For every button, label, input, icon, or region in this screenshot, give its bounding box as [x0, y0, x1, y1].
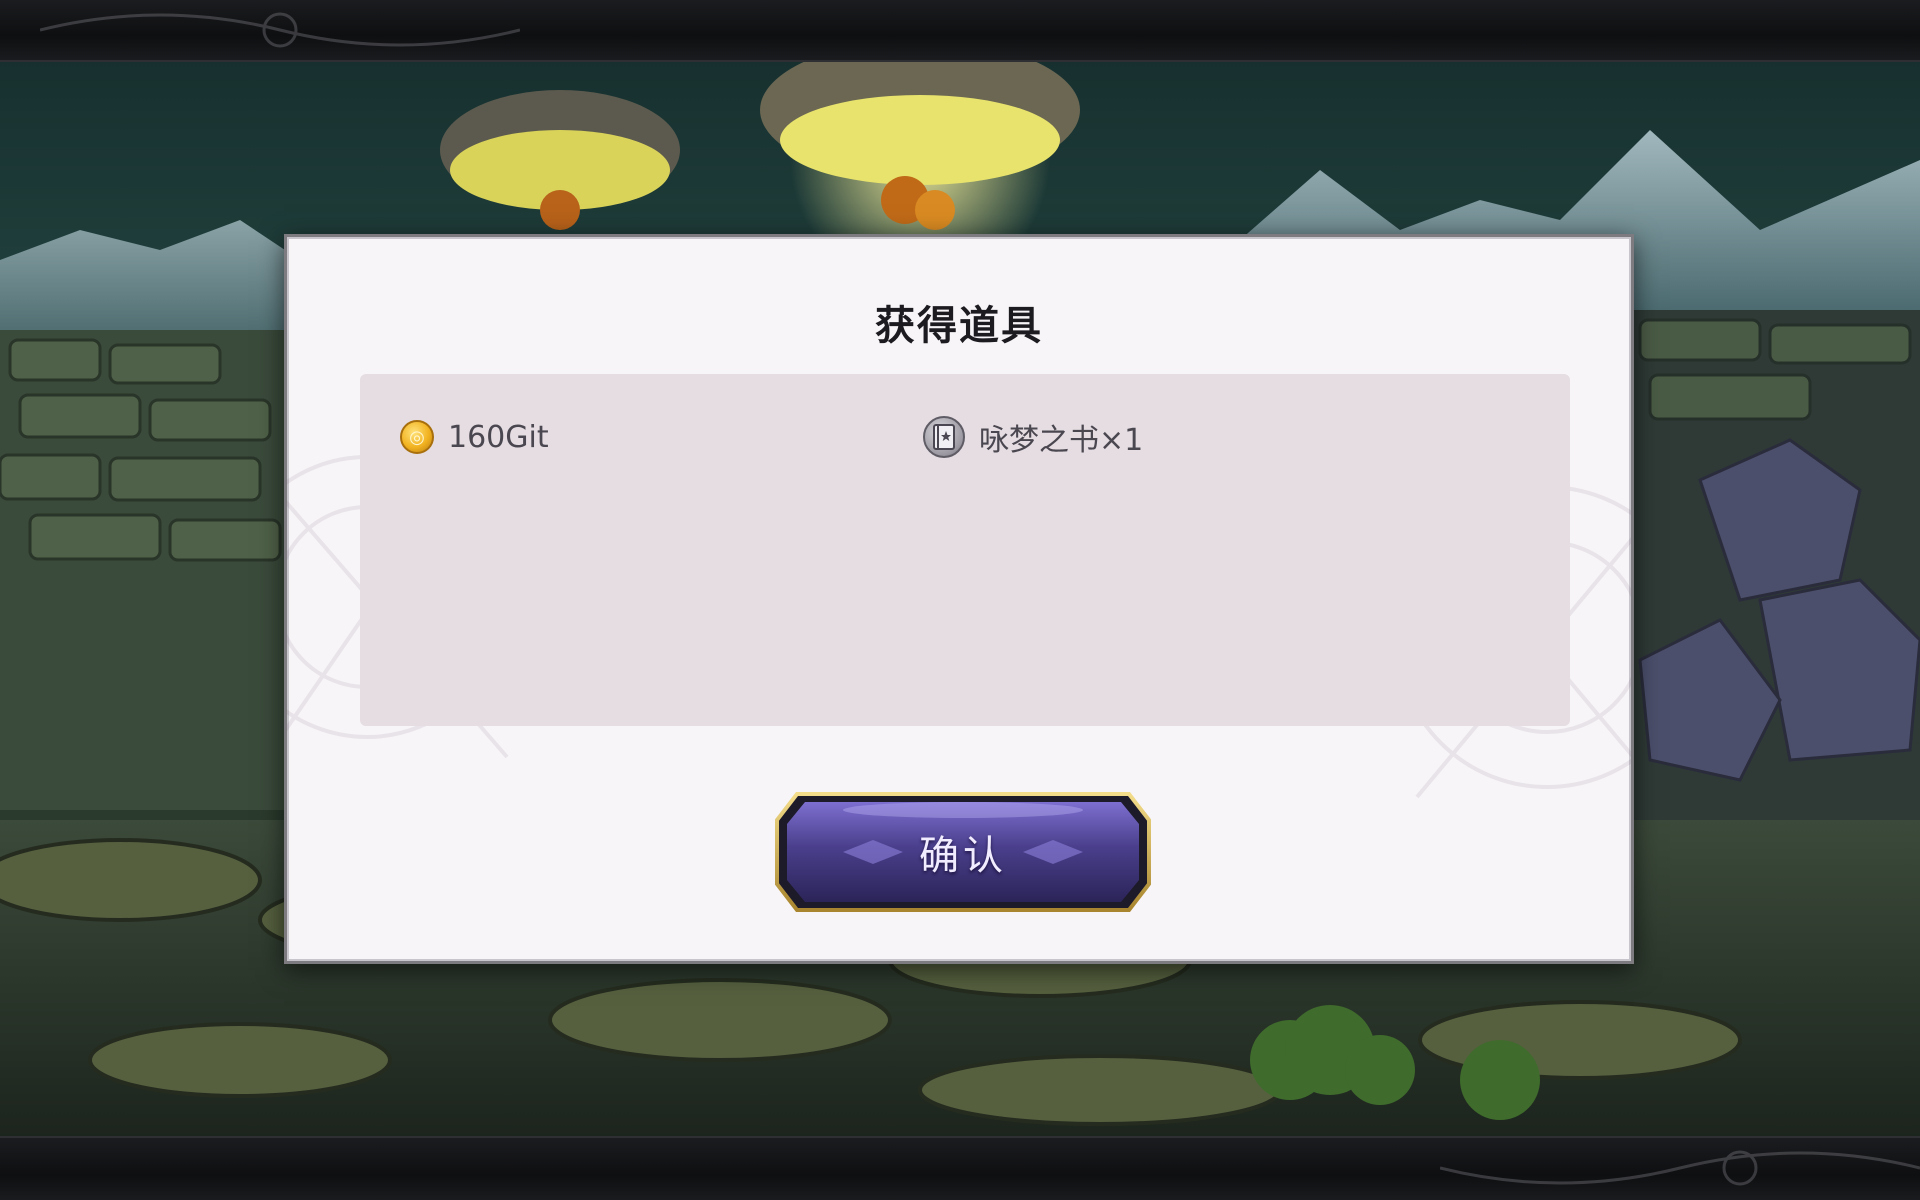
book-glyph-icon — [933, 424, 955, 450]
top-frame-bar — [0, 0, 1920, 62]
item-reward-dialog: 获得道具 ◎ 160Git 咏梦之书×1 确认 — [284, 234, 1634, 964]
book-icon — [923, 416, 965, 458]
game-screen: 获得道具 ◎ 160Git 咏梦之书×1 确认 — [0, 0, 1920, 1200]
reward-item-label: 咏梦之书×1 — [979, 423, 1144, 458]
ornament-icon — [40, 12, 520, 48]
reward-item-gold: ◎ 160Git — [400, 416, 549, 458]
reward-items-panel: ◎ 160Git 咏梦之书×1 — [360, 374, 1570, 726]
reward-item-label: 160Git — [448, 419, 549, 455]
bottom-frame-bar — [0, 1136, 1920, 1200]
confirm-button-label: 确认 — [919, 833, 1007, 879]
reward-item-book: 咏梦之书×1 — [923, 416, 1143, 458]
ornament-icon — [1440, 1150, 1920, 1186]
dialog-title: 获得道具 — [875, 303, 1043, 349]
confirm-button[interactable]: 确认 — [775, 790, 1151, 914]
gold-coin-icon: ◎ — [400, 420, 434, 454]
